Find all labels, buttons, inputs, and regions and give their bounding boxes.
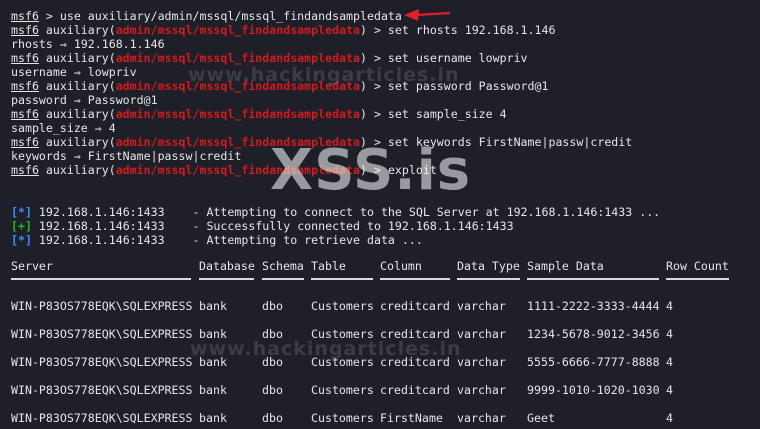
- header-underline: [262, 278, 304, 280]
- table-cell: 1111-2222-3333-4444: [527, 299, 660, 313]
- table-cell: varchar: [457, 411, 506, 425]
- table-cell: 1234-5678-9012-3456: [527, 327, 660, 341]
- command-line-rhosts: msf6 auxiliary(admin/mssql/mssql_findand…: [11, 23, 555, 37]
- status-text: 192.168.1.146:1433 - Attempting to conne…: [31, 205, 661, 219]
- column-header: Column: [380, 259, 422, 273]
- status-text: 192.168.1.146:1433 - Attempting to retri…: [31, 233, 423, 247]
- table-cell: dbo: [262, 383, 283, 397]
- info-tag: [*]: [11, 233, 32, 247]
- column-header: Row Count: [666, 259, 729, 273]
- status-line: [+] 192.168.1.146:1433 - Successfully co…: [11, 219, 514, 233]
- status-line: [*] 192.168.1.146:1433 - Attempting to c…: [11, 205, 660, 219]
- column-header: Server: [11, 259, 53, 273]
- output-line: sample_size ⇒ 4: [11, 121, 116, 135]
- output-line: username ⇒ lowpriv: [11, 65, 137, 79]
- msf-prompt: msf6: [11, 9, 39, 23]
- column-header: Table: [311, 259, 346, 273]
- table-cell: WIN-P83OS778EQK\SQLEXPRESS: [11, 299, 193, 313]
- output-line: rhosts ⇒ 192.168.1.146: [11, 37, 165, 51]
- column-header: Sample Data: [527, 259, 604, 273]
- header-underline: [457, 278, 520, 280]
- table-cell: varchar: [457, 299, 506, 313]
- header-underline: [666, 278, 729, 280]
- table-cell: WIN-P83OS778EQK\SQLEXPRESS: [11, 327, 193, 341]
- aux-prefix: auxiliary(: [38, 135, 116, 149]
- annotation-arrow-icon: [404, 9, 451, 21]
- header-underline: [527, 278, 659, 280]
- aux-prefix: auxiliary(: [38, 107, 116, 121]
- aux-prefix: auxiliary(: [38, 79, 116, 93]
- status-line: [*] 192.168.1.146:1433 - Attempting to r…: [11, 233, 423, 247]
- column-header: Database: [199, 259, 255, 273]
- table-cell: 9999-1010-1020-1030: [527, 383, 660, 397]
- table-cell: Customers: [311, 299, 374, 313]
- table-cell: 4: [666, 411, 673, 425]
- header-underline: [311, 278, 373, 280]
- table-cell: FirstName: [380, 411, 443, 425]
- table-cell: WIN-P83OS778EQK\SQLEXPRESS: [11, 411, 193, 425]
- column-header: Data Type: [457, 259, 520, 273]
- info-tag: [*]: [11, 205, 32, 219]
- module-name: admin/mssql/mssql_findandsampledata: [115, 107, 361, 121]
- header-underline: [199, 278, 254, 280]
- command-text: > use auxiliary/admin/mssql/mssql_findan…: [38, 9, 402, 23]
- command-text: ) > set rhosts 192.168.1.146: [360, 23, 556, 37]
- table-cell: varchar: [457, 383, 506, 397]
- output-line: password ⇒ Password@1: [11, 93, 158, 107]
- module-name: admin/mssql/mssql_findandsampledata: [115, 51, 361, 65]
- command-line-username: msf6 auxiliary(admin/mssql/mssql_findand…: [11, 51, 528, 65]
- command-line-sample-size: msf6 auxiliary(admin/mssql/mssql_findand…: [11, 107, 507, 121]
- status-text: 192.168.1.146:1433 - Successfully connec…: [31, 219, 514, 233]
- table-cell: WIN-P83OS778EQK\SQLEXPRESS: [11, 355, 193, 369]
- command-text: ) > set sample_size 4: [360, 107, 507, 121]
- table-cell: Customers: [311, 383, 374, 397]
- table-cell: dbo: [262, 299, 283, 313]
- aux-prefix: auxiliary(: [38, 163, 116, 177]
- header-underline: [11, 278, 191, 280]
- msf-prompt: msf6: [11, 79, 39, 93]
- table-cell: 4: [666, 383, 673, 397]
- success-tag: [+]: [11, 219, 32, 233]
- msf-prompt: msf6: [11, 163, 39, 177]
- site-watermark: www.hackingarticles.in: [188, 64, 460, 86]
- table-cell: creditcard: [380, 299, 450, 313]
- table-cell: bank: [199, 299, 227, 313]
- table-cell: varchar: [457, 355, 506, 369]
- msf-prompt: msf6: [11, 23, 39, 37]
- output-line: keywords ⇒ FirstName|passw|credit: [11, 149, 242, 163]
- table-cell: bank: [199, 411, 227, 425]
- msf-prompt: msf6: [11, 51, 39, 65]
- command-text: ) > set username lowpriv: [360, 51, 528, 65]
- table-cell: creditcard: [380, 383, 450, 397]
- command-line-use: msf6 > use auxiliary/admin/mssql/mssql_f…: [11, 9, 402, 23]
- table-cell: WIN-P83OS778EQK\SQLEXPRESS: [11, 383, 193, 397]
- table-cell: Geet: [527, 411, 555, 425]
- table-cell: 4: [666, 299, 673, 313]
- table-cell: bank: [199, 383, 227, 397]
- module-name: admin/mssql/mssql_findandsampledata: [115, 23, 361, 37]
- xss-watermark: XSS.is: [270, 138, 472, 203]
- table-cell: 5555-6666-7777-8888: [527, 355, 660, 369]
- msf-prompt: msf6: [11, 107, 39, 121]
- site-watermark-lower: www.hackingarticles.in: [190, 338, 462, 360]
- terminal-window[interactable]: msf6 > use auxiliary/admin/mssql/mssql_f…: [0, 0, 760, 429]
- column-header: Schema: [262, 259, 304, 273]
- table-cell: dbo: [262, 411, 283, 425]
- table-cell: Customers: [311, 411, 374, 425]
- table-cell: 4: [666, 327, 673, 341]
- table-cell: varchar: [457, 327, 506, 341]
- table-cell: 4: [666, 355, 673, 369]
- aux-prefix: auxiliary(: [38, 51, 116, 65]
- msf-prompt: msf6: [11, 135, 39, 149]
- aux-prefix: auxiliary(: [38, 23, 116, 37]
- header-underline: [380, 278, 450, 280]
